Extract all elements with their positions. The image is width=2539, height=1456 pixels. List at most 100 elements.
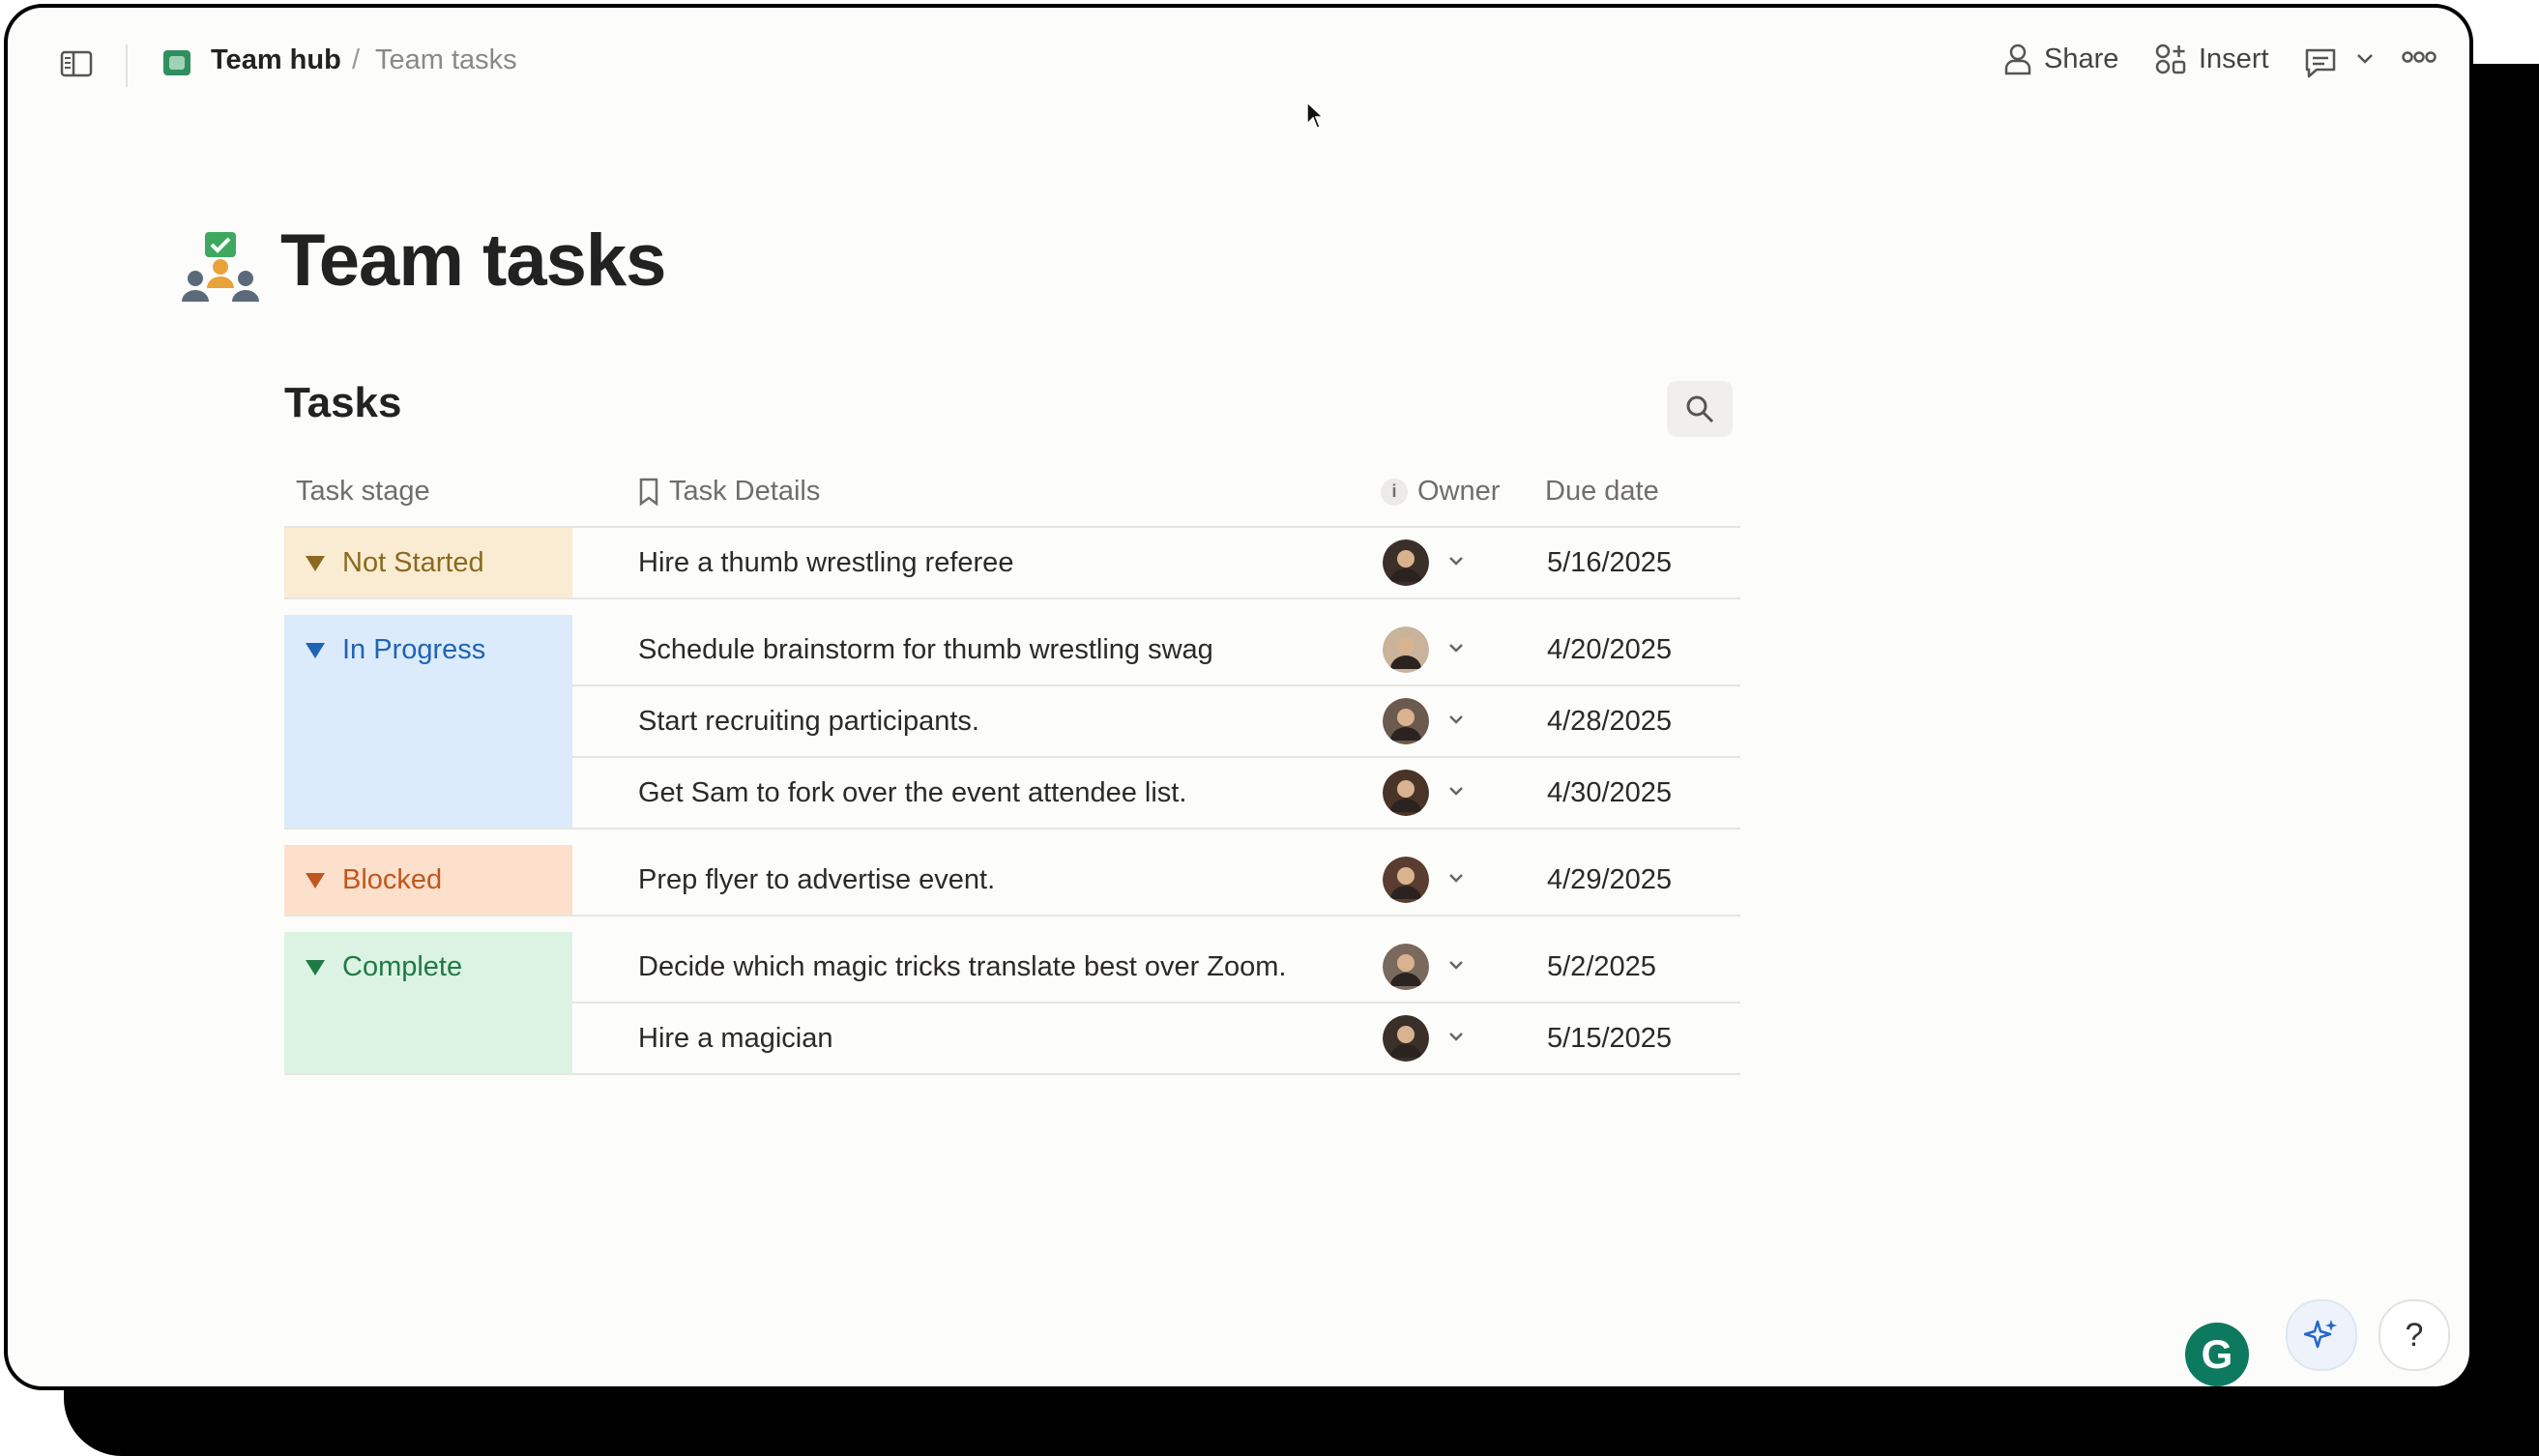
column-label: Task stage [296, 476, 430, 507]
grammarly-button[interactable]: G [2185, 1323, 2249, 1386]
grammarly-label: G [2201, 1331, 2233, 1377]
stage-label: In Progress [342, 634, 486, 665]
insert-button[interactable]: Insert [2154, 43, 2269, 75]
chevron-down-icon[interactable] [1446, 638, 1466, 657]
help-button[interactable]: ? [2378, 1299, 2450, 1371]
chevron-down-icon[interactable] [1446, 1027, 1466, 1046]
due-date-cell[interactable]: 4/20/2025 [1547, 634, 1672, 666]
task-details-cell[interactable]: Get Sam to fork over the event attendee … [638, 777, 1186, 809]
collapse-triangle-icon[interactable] [306, 642, 325, 658]
task-details-cell[interactable]: Start recruiting participants. [638, 706, 979, 738]
table-row[interactable]: Get Sam to fork over the event attendee … [572, 758, 1740, 828]
stage-label: Blocked [342, 864, 443, 895]
column-header-due[interactable]: Due date [1545, 476, 1659, 508]
person-icon [2004, 44, 2031, 75]
search-button[interactable] [1667, 381, 1733, 437]
team-hub-icon [163, 50, 190, 75]
help-label: ? [2405, 1316, 2424, 1354]
owner-avatar[interactable] [1383, 1015, 1429, 1062]
share-button[interactable]: Share [2003, 43, 2118, 75]
app-window: Team hub / Team tasks Share Insert Team … [4, 4, 2473, 1390]
tasks-table: Task stage Task Details i Owner Due date… [284, 462, 1740, 1091]
breadcrumb-separator: / [352, 44, 361, 75]
ai-assistant-button[interactable] [2286, 1299, 2357, 1371]
column-label: Owner [1417, 476, 1501, 507]
task-details-cell[interactable]: Hire a thumb wrestling referee [638, 547, 1013, 579]
collapse-triangle-icon[interactable] [306, 872, 325, 888]
chevron-down-icon[interactable] [1446, 868, 1466, 888]
group-rows: Prep flyer to advertise event. 4/29/2025 [572, 845, 1740, 915]
stage-label: Not Started [342, 547, 484, 578]
chevron-down-icon[interactable] [1446, 955, 1466, 975]
column-header-details[interactable]: Task Details [638, 476, 820, 508]
stage-label: Complete [342, 951, 463, 982]
owner-avatar[interactable] [1383, 626, 1429, 673]
owner-avatar[interactable] [1383, 770, 1429, 816]
sidebar-toggle-icon[interactable] [60, 50, 93, 77]
search-icon [1686, 395, 1714, 423]
due-date-cell[interactable]: 5/15/2025 [1547, 1023, 1672, 1055]
bookmark-icon [639, 478, 658, 506]
stage-group: Complete Decide which magic tricks transl… [284, 932, 1740, 1075]
due-date-cell[interactable]: 4/29/2025 [1547, 864, 1672, 896]
stage-toggle[interactable]: Complete [306, 951, 462, 983]
task-details-cell[interactable]: Prep flyer to advertise event. [638, 864, 995, 896]
stage-group: In Progress Schedule brainstorm for thumb… [284, 615, 1740, 830]
breadcrumb-page[interactable]: Team tasks [375, 44, 517, 76]
collapse-triangle-icon[interactable] [306, 555, 325, 571]
task-details-cell[interactable]: Hire a magician [638, 1023, 832, 1055]
collapse-triangle-icon[interactable] [306, 959, 325, 976]
stage-toggle[interactable]: In Progress [306, 634, 485, 666]
table-row[interactable]: Decide which magic tricks translate best… [572, 932, 1740, 1004]
owner-avatar[interactable] [1383, 944, 1429, 990]
comment-icon[interactable] [2303, 46, 2338, 79]
due-date-cell[interactable]: 4/30/2025 [1547, 777, 1672, 809]
table-header: Task stage Task Details i Owner Due date [284, 462, 1740, 528]
divider [126, 44, 128, 87]
team-tasks-icon [182, 232, 259, 302]
due-date-cell[interactable]: 5/16/2025 [1547, 547, 1672, 579]
insert-label: Insert [2199, 43, 2269, 74]
info-icon[interactable]: i [1381, 478, 1408, 506]
stage-toggle[interactable]: Blocked [306, 864, 442, 896]
top-bar: Team hub / Team tasks Share Insert [8, 8, 2469, 114]
sparkle-icon [2304, 1320, 2337, 1349]
table-row[interactable]: Prep flyer to advertise event. 4/29/2025 [572, 845, 1740, 915]
column-label: Task Details [669, 476, 821, 507]
breadcrumb-workspace[interactable]: Team hub [211, 44, 341, 76]
task-details-cell[interactable]: Schedule brainstorm for thumb wrestling … [638, 634, 1213, 666]
chevron-down-icon[interactable] [1446, 710, 1466, 729]
group-rows: Schedule brainstorm for thumb wrestling … [572, 615, 1740, 828]
table-row[interactable]: Hire a thumb wrestling referee 5/16/2025 [572, 528, 1740, 597]
due-date-cell[interactable]: 5/2/2025 [1547, 951, 1656, 983]
stage-group: Blocked Prep flyer to advertise event. 4/2… [284, 845, 1740, 917]
stage-group: Not Started Hire a thumb wrestling refere… [284, 528, 1740, 599]
page-title: Team tasks [280, 219, 666, 302]
table-row[interactable]: Hire a magician 5/15/2025 [572, 1004, 1740, 1073]
stage-cell[interactable]: Complete [284, 932, 572, 1073]
mouse-cursor-icon [1306, 101, 1325, 129]
more-icon[interactable] [2402, 50, 2437, 64]
insert-icon [2155, 44, 2186, 74]
column-header-owner[interactable]: i Owner [1381, 476, 1500, 508]
owner-avatar[interactable] [1383, 539, 1429, 586]
stage-toggle[interactable]: Not Started [306, 547, 484, 579]
column-header-stage[interactable]: Task stage [296, 476, 430, 508]
stage-cell[interactable]: Not Started [284, 528, 572, 597]
table-body: Not Started Hire a thumb wrestling refere… [284, 528, 1740, 1075]
owner-avatar[interactable] [1383, 698, 1429, 744]
chevron-down-icon[interactable] [2355, 52, 2375, 66]
chevron-down-icon[interactable] [1446, 781, 1466, 801]
share-label: Share [2044, 43, 2119, 74]
column-label: Due date [1545, 476, 1659, 507]
section-title: Tasks [284, 379, 402, 426]
group-rows: Decide which magic tricks translate best… [572, 932, 1740, 1073]
table-row[interactable]: Start recruiting participants. 4/28/2025 [572, 686, 1740, 758]
task-details-cell[interactable]: Decide which magic tricks translate best… [638, 951, 1286, 983]
table-row[interactable]: Schedule brainstorm for thumb wrestling … [572, 615, 1740, 686]
owner-avatar[interactable] [1383, 857, 1429, 903]
stage-cell[interactable]: In Progress [284, 615, 572, 828]
due-date-cell[interactable]: 4/28/2025 [1547, 706, 1672, 738]
stage-cell[interactable]: Blocked [284, 845, 572, 915]
chevron-down-icon[interactable] [1446, 551, 1466, 570]
